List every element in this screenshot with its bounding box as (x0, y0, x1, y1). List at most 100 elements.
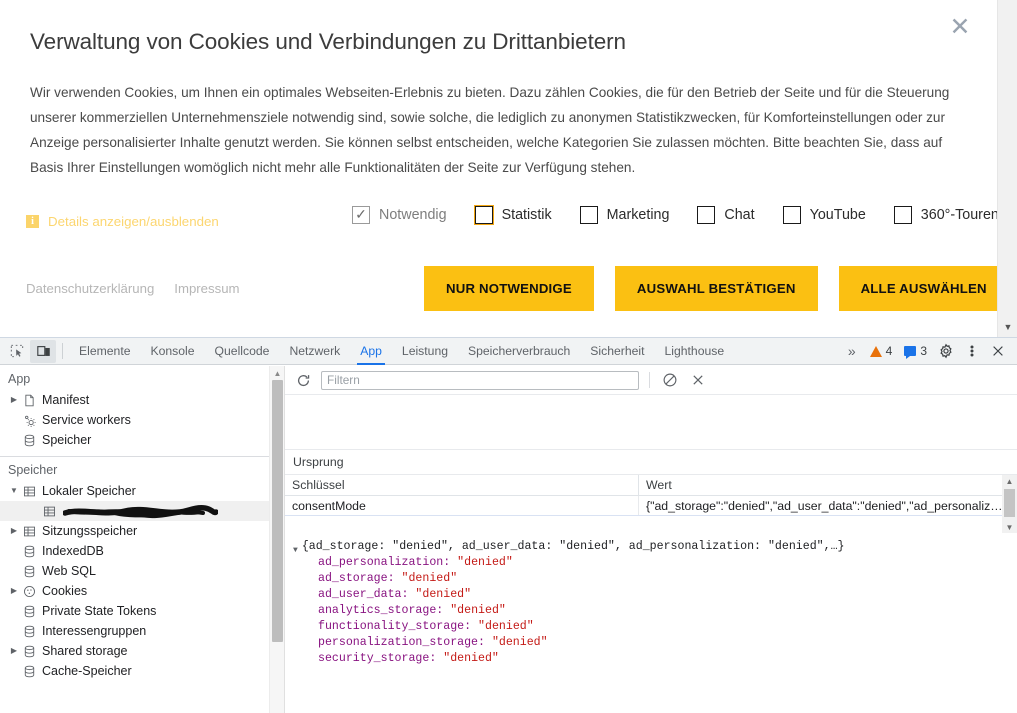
tree-item-label: Manifest (42, 393, 90, 407)
redacted-origin-scribble (62, 504, 219, 519)
tab-elemente[interactable]: Elemente (69, 338, 141, 365)
footer-link-impressum[interactable]: Impressum (174, 281, 239, 296)
preview-entry-value: "denied" (401, 572, 458, 585)
tab-speicherverbrauch[interactable]: Speicherverbrauch (458, 338, 580, 365)
tree-item-cache-speicher[interactable]: ▶Cache-Speicher (0, 661, 284, 681)
button-auswahl-bestätigen[interactable]: AUSWAHL BESTÄTIGEN (614, 266, 818, 311)
tree-item-redacted-origin[interactable]: ▶ (0, 501, 284, 521)
checkbox-box-icon[interactable] (579, 206, 598, 224)
messages-badge[interactable]: 3 (898, 344, 933, 359)
preview-entry-value: "denied" (450, 604, 506, 617)
tree-item-web-sql[interactable]: ▶Web SQL (0, 561, 284, 581)
delete-selected-icon[interactable] (688, 370, 708, 390)
tree-item-manifest[interactable]: ▶ Manifest (0, 390, 284, 410)
checkbox-label: Marketing (606, 207, 670, 223)
document-icon (20, 394, 39, 407)
clear-storage-icon[interactable] (660, 370, 680, 390)
tab-quellcode[interactable]: Quellcode (205, 338, 280, 365)
checkbox-chat[interactable]: Chat (697, 206, 755, 224)
scroll-up-arrow-icon[interactable]: ▲ (270, 367, 284, 379)
tab-leistung[interactable]: Leistung (392, 338, 458, 365)
tree-item-label: Cache-Speicher (42, 664, 132, 678)
tab-netzwerk[interactable]: Netzwerk (279, 338, 350, 365)
toolbar-divider (62, 343, 63, 359)
devtools-toolbar: Elemente Konsole Quellcode Netzwerk App Leist… (0, 338, 1017, 365)
checkbox-statistik[interactable]: Statistik (473, 205, 552, 225)
chevron-right-icon[interactable]: ▶ (8, 647, 20, 655)
database-icon (20, 665, 39, 678)
chevron-right-icon[interactable]: ▶ (8, 587, 20, 595)
close-icon[interactable]: ✕ (945, 12, 975, 42)
tree-item-service-workers[interactable]: ▶Service workers (0, 410, 284, 430)
table-scrollbar-thumb[interactable] (1004, 489, 1015, 517)
scroll-down-arrow-icon[interactable]: ▼ (1002, 521, 1017, 533)
chevron-down-icon[interactable]: ▼ (8, 487, 20, 495)
button-alle-auswählen[interactable]: ALLE AUSWÄHLEN (838, 266, 1009, 311)
checkbox-360-touren[interactable]: 360°-Touren (893, 206, 999, 224)
preview-entry-value: "denied" (478, 620, 534, 633)
tree-item-label: Shared storage (42, 644, 128, 658)
tree-item-sitzungsspeicher[interactable]: ▶ Sitzungsspeicher (0, 521, 284, 541)
storage-table: Schlüssel Wert consentMode {"ad_storage"… (285, 475, 1017, 533)
scroll-up-arrow-icon[interactable]: ▲ (1002, 475, 1017, 487)
checkbox-box-icon[interactable] (893, 206, 912, 224)
button-nur-notwendige[interactable]: NUR NOTWENDIGE (424, 266, 594, 311)
banner-scrollbar[interactable]: ▼ (997, 0, 1017, 337)
checkbox-notwendig[interactable]: ✓ Notwendig (352, 206, 447, 224)
tab-sicherheit[interactable]: Sicherheit (580, 338, 654, 365)
details-toggle-link[interactable]: i Details anzeigen/ausblenden (26, 214, 219, 229)
gear-icon[interactable] (933, 340, 959, 363)
preview-entry: security_storage: "denied" (293, 651, 1017, 667)
column-header-value[interactable]: Wert (639, 475, 1017, 495)
checkbox-marketing[interactable]: Marketing (579, 206, 670, 224)
chevron-right-icon[interactable]: ▶ (8, 396, 20, 404)
checkbox-box-icon[interactable] (782, 206, 801, 224)
table-row[interactable]: consentMode {"ad_storage":"denied","ad_u… (285, 496, 1017, 516)
footer-link-datenschutzerkl-rung[interactable]: Datenschutzerklärung (26, 281, 154, 296)
sidebar-scrollbar-thumb[interactable] (272, 380, 283, 642)
tree-section-title-speicher: Speicher (8, 463, 58, 477)
database-icon (20, 605, 39, 618)
preview-entry-value: "denied" (415, 588, 472, 601)
tree-item-shared-storage[interactable]: ▶ Shared storage (0, 641, 284, 661)
column-header-key[interactable]: Schlüssel (285, 475, 639, 495)
close-devtools-icon[interactable] (985, 340, 1011, 363)
checkbox-youtube[interactable]: YouTube (782, 206, 866, 224)
tree-item-indexeddb[interactable]: ▶IndexedDB (0, 541, 284, 561)
value-preview: ▼ {ad_storage: "denied", ad_user_data: "… (285, 533, 1017, 713)
tab-app[interactable]: App (350, 338, 392, 365)
tree-item-private-state-tokens[interactable]: ▶Private State Tokens (0, 601, 284, 621)
more-options-icon[interactable] (959, 340, 985, 363)
storage-main-panel: Ursprung Schlüssel Wert consentMode {"ad… (285, 366, 1017, 713)
checkbox-box-icon[interactable]: ✓ (352, 206, 370, 224)
checkbox-box-icon[interactable] (473, 205, 494, 225)
preview-summary-row[interactable]: ▼ {ad_storage: "denied", ad_user_data: "… (293, 539, 1017, 555)
preview-entry: ad_storage: "denied" (293, 571, 1017, 587)
checkbox-box-icon[interactable] (697, 206, 716, 224)
tree-section-title-app: App (8, 372, 31, 386)
table-scrollbar[interactable]: ▲ ▼ (1002, 475, 1017, 533)
info-icon: i (26, 215, 39, 228)
filter-input[interactable] (321, 370, 639, 390)
more-tabs-icon[interactable]: » (840, 338, 864, 365)
tree-item-speicher[interactable]: ▶Speicher (0, 430, 284, 450)
cookie-icon (20, 585, 39, 598)
tree-item-cookies[interactable]: ▶ Cookies (0, 581, 284, 601)
tab-konsole[interactable]: Konsole (141, 338, 205, 365)
refresh-icon[interactable] (293, 370, 313, 390)
checkbox-label: Chat (724, 207, 755, 223)
scroll-down-arrow-icon[interactable]: ▼ (998, 319, 1017, 335)
checkbox-label: Statistik (501, 207, 552, 223)
chevron-right-icon[interactable]: ▶ (8, 527, 20, 535)
collapse-caret-icon[interactable]: ▼ (293, 543, 298, 559)
tree-item-interessengruppen[interactable]: ▶Interessengruppen (0, 621, 284, 641)
tree-item-lokaler-speicher[interactable]: ▼ Lokaler Speicher (0, 481, 284, 501)
preview-entry-value: "denied" (491, 636, 548, 649)
tree-item-label: Interessengruppen (42, 624, 147, 638)
tab-lighthouse[interactable]: Lighthouse (655, 338, 735, 365)
devtools-panel: Elemente Konsole Quellcode Netzwerk App Leist… (0, 337, 1017, 713)
inspect-element-icon[interactable] (4, 340, 30, 363)
sidebar-scrollbar[interactable]: ▲ (269, 366, 284, 713)
device-toolbar-icon[interactable] (30, 339, 56, 363)
warnings-badge[interactable]: 4 (864, 344, 899, 358)
